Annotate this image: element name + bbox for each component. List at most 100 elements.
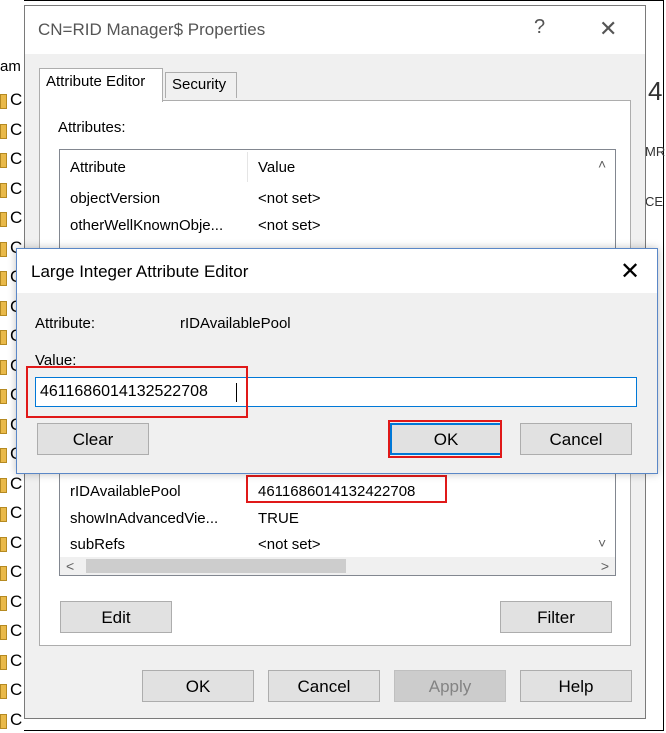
attribute-value: <not set> [258, 190, 321, 207]
folder-icon [0, 389, 7, 404]
folder-icon [0, 212, 7, 227]
properties-title: CN=RID Manager$ Properties [38, 20, 266, 39]
attribute-name: rIDAvailablePool [70, 483, 181, 500]
list-item[interactable]: objectVersion <not set> [60, 186, 593, 212]
folder-icon [0, 123, 7, 139]
folder-icon [0, 241, 7, 257]
folder-icon [0, 182, 7, 198]
column-separator[interactable] [247, 152, 248, 182]
list-item[interactable]: otherWellKnownObje... <not set> [60, 213, 593, 239]
large-integer-editor-dialog: Large Integer Attribute Editor ✕ Attribu… [16, 248, 658, 474]
attribute-name: showInAdvancedVie... [70, 510, 219, 527]
attribute-name: objectVersion [70, 190, 161, 207]
scroll-up-icon[interactable]: ˄ [598, 156, 606, 172]
folder-icon [0, 271, 7, 286]
folder-icon [0, 625, 7, 640]
background-tree-item: C [0, 592, 24, 612]
background-tree-item: C [0, 90, 24, 110]
column-header-attribute[interactable]: Attribute [70, 159, 126, 176]
list-item[interactable]: subRefs <not set> [60, 532, 593, 558]
background-tree-item: C [0, 149, 24, 169]
help-button[interactable]: Help [520, 670, 632, 702]
ok-button[interactable]: OK [142, 670, 254, 702]
ok-highlight-box [388, 420, 502, 458]
attribute-name: otherWellKnownObje... [70, 217, 224, 234]
attribute-name: subRefs [70, 536, 126, 553]
apply-button[interactable]: Apply [394, 670, 506, 702]
background-tree-label: C [10, 621, 23, 640]
attribute-value: <not set> [258, 217, 321, 234]
background-tree-label: C [10, 90, 23, 109]
background-tree-item: C [0, 179, 24, 199]
background-tree-label: C [10, 532, 23, 552]
attribute-name-value: rIDAvailablePool [180, 315, 291, 332]
background-tree-label: C [10, 473, 23, 493]
folder-icon [0, 477, 7, 493]
scroll-left-icon[interactable]: ˂ [66, 558, 74, 574]
folder-icon [0, 300, 7, 316]
folder-icon [0, 359, 7, 375]
list-header: Attribute Value [60, 150, 593, 184]
background-tree-item: C [0, 562, 24, 582]
folder-icon [0, 713, 7, 729]
column-header-value[interactable]: Value [258, 159, 295, 176]
list-item[interactable]: showInAdvancedVie... TRUE [60, 506, 593, 532]
background-tree-item: C [0, 710, 24, 730]
editor-title: Large Integer Attribute Editor [31, 262, 249, 281]
background-tree-label: C [10, 178, 23, 198]
attribute-label: Attribute: [35, 315, 96, 332]
folder-icon [0, 507, 7, 522]
background-tree-label: C [10, 208, 23, 227]
folder-icon [0, 153, 7, 168]
help-icon[interactable]: ? [534, 16, 545, 39]
input-highlight-box [26, 366, 248, 418]
cancel-button[interactable]: Cancel [268, 670, 380, 702]
background-tree-label: C [10, 119, 23, 139]
background-fragment: MR [645, 144, 666, 159]
background-tree-item: C [0, 651, 24, 671]
scrollbar-thumb[interactable] [86, 559, 346, 573]
filter-button[interactable]: Filter [500, 601, 612, 633]
folder-icon [0, 448, 7, 463]
background-tree-item: C [0, 208, 24, 228]
folder-icon [0, 94, 7, 109]
background-tree-label: C [10, 562, 23, 581]
close-icon[interactable]: ✕ [599, 16, 617, 42]
background-tree-label: C [10, 709, 23, 729]
background-tree-label: C [10, 503, 23, 522]
attribute-value: TRUE [258, 510, 299, 527]
background-label: am [0, 58, 21, 75]
background-tree-label: C [10, 149, 23, 168]
folder-icon [0, 536, 7, 552]
background-tree-label: C [10, 650, 23, 670]
folder-icon [0, 418, 7, 434]
folder-icon [0, 684, 7, 699]
editor-titlebar: Large Integer Attribute Editor ✕ [17, 249, 657, 293]
folder-icon [0, 566, 7, 581]
clear-button[interactable]: Clear [37, 423, 149, 455]
background-tree-label: C [10, 680, 23, 699]
folder-icon [0, 330, 7, 345]
scroll-right-icon[interactable]: ˃ [601, 558, 609, 574]
attributes-label: Attributes: [58, 119, 126, 136]
scroll-down-icon[interactable]: ˅ [598, 535, 606, 551]
editor-cancel-button[interactable]: Cancel [520, 423, 632, 455]
folder-icon [0, 595, 7, 611]
horizontal-scrollbar[interactable]: ˂ ˃ [60, 557, 615, 575]
background-tree-label: C [10, 591, 23, 611]
tab-security[interactable]: Security [165, 72, 237, 98]
properties-titlebar: CN=RID Manager$ Properties ? ✕ [25, 6, 645, 54]
folder-icon [0, 654, 7, 670]
tab-attribute-editor[interactable]: Attribute Editor [39, 68, 163, 102]
background-fragment: CE [645, 194, 664, 209]
background-tree-item: C [0, 680, 24, 700]
background-tree-item: C [0, 503, 24, 523]
close-icon[interactable]: ✕ [620, 257, 640, 286]
background-tree-item: C [0, 120, 24, 140]
value-highlight-box [246, 475, 447, 503]
background-tree-item: C [0, 533, 24, 553]
attribute-value: <not set> [258, 536, 321, 553]
edit-button[interactable]: Edit [60, 601, 172, 633]
background-tree-item: C [0, 474, 24, 494]
background-fragment: 4 [648, 76, 663, 106]
